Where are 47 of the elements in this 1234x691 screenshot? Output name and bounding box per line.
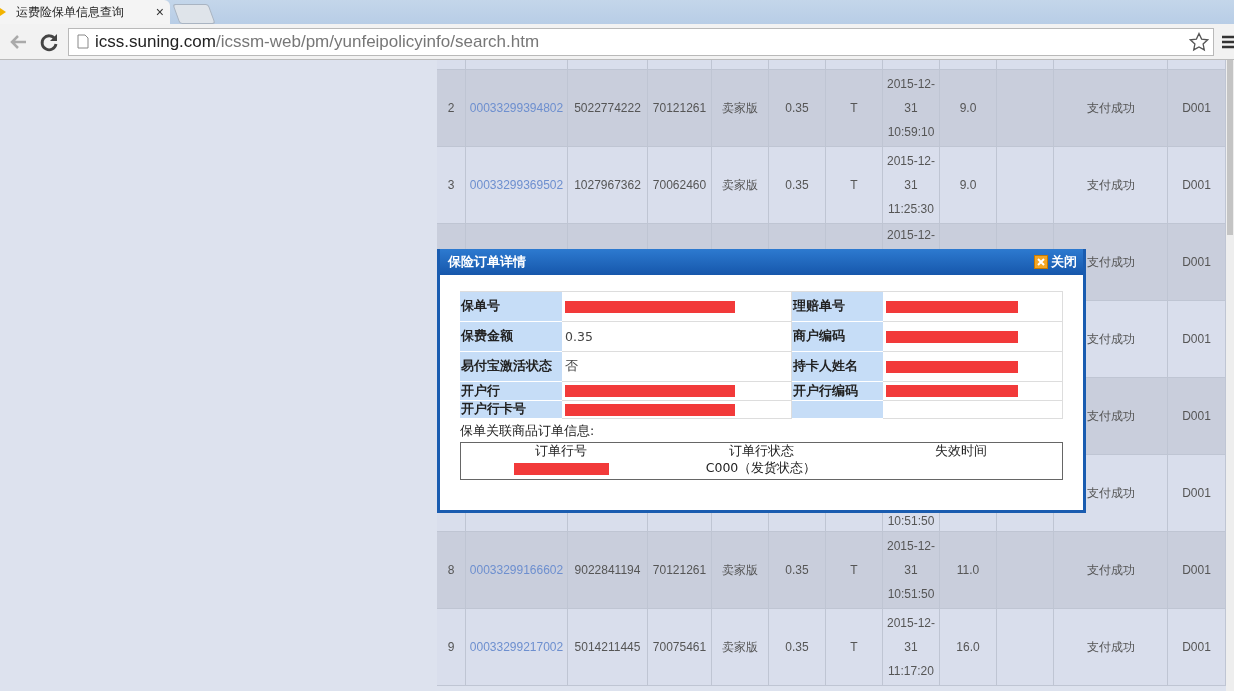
label-cell: 商户编码	[792, 322, 883, 351]
dialog-title: 保险订单详情	[448, 253, 527, 271]
star-icon[interactable]	[1189, 31, 1209, 52]
table-cell: 9	[437, 609, 466, 686]
table-cell: 0.35	[769, 609, 826, 686]
date-text: 10:51:50	[887, 513, 935, 529]
table-cell: T	[826, 609, 883, 686]
date-text: 10:59:10	[887, 124, 935, 141]
table-cell: C000（发货状态）	[705, 460, 817, 477]
menu-icon[interactable]	[1222, 33, 1234, 50]
label-cell: 易付宝激活状态	[460, 352, 562, 381]
date-text: 31	[904, 562, 918, 579]
date-text: 31	[904, 100, 918, 117]
date-text: 2015-12-	[886, 227, 935, 243]
table-cell: 16.0	[940, 609, 997, 686]
url-field[interactable]: icss.suning.com/icssm-web/pm/yunfeipolicyinfo/search.htm	[68, 27, 1214, 56]
tab-close-button[interactable]: ×	[155, 4, 164, 20]
scrollbar[interactable]	[1226, 60, 1234, 691]
label-cell: 开户行卡号	[460, 401, 562, 418]
table-cell: 70075461	[648, 609, 712, 686]
section-title: 保单关联商品订单信息:	[460, 423, 596, 440]
date-text: 11:17:20	[888, 663, 934, 680]
label-cell: 持卡人姓名	[792, 352, 883, 381]
date-text: 2015-12-	[886, 76, 935, 93]
date-text: 2015-12-	[886, 538, 935, 555]
date-text: 2015-12-	[886, 153, 935, 170]
column-header: 订单行状态	[728, 443, 794, 460]
table-cell: 支付成功	[1054, 609, 1168, 686]
page-icon	[77, 34, 89, 49]
table-cell: 5014211445	[568, 609, 648, 686]
date-text: 10:51:50	[887, 586, 935, 603]
browser-tab[interactable]: 运费险保单信息查询 ×	[0, 0, 170, 24]
value-cell: 否	[562, 352, 792, 382]
column-header: 订单行号	[535, 443, 587, 460]
column-header: 失效时间	[935, 443, 987, 460]
date-text: 2015-12-	[886, 615, 935, 632]
label-cell: 开户行编码	[792, 382, 883, 400]
label-cell: 开户行	[460, 382, 562, 400]
table-cell: 卖家版	[712, 609, 769, 686]
label-cell: 保单号	[460, 292, 562, 321]
date-text: 31	[904, 639, 918, 656]
label-cell: 保费金额	[460, 322, 562, 351]
value-cell: 0.35	[562, 322, 792, 352]
close-icon	[1034, 255, 1048, 269]
label-cell: 理赔单号	[792, 292, 883, 321]
date-text: 31	[904, 177, 918, 194]
date-text: 11:25:30	[888, 201, 934, 218]
